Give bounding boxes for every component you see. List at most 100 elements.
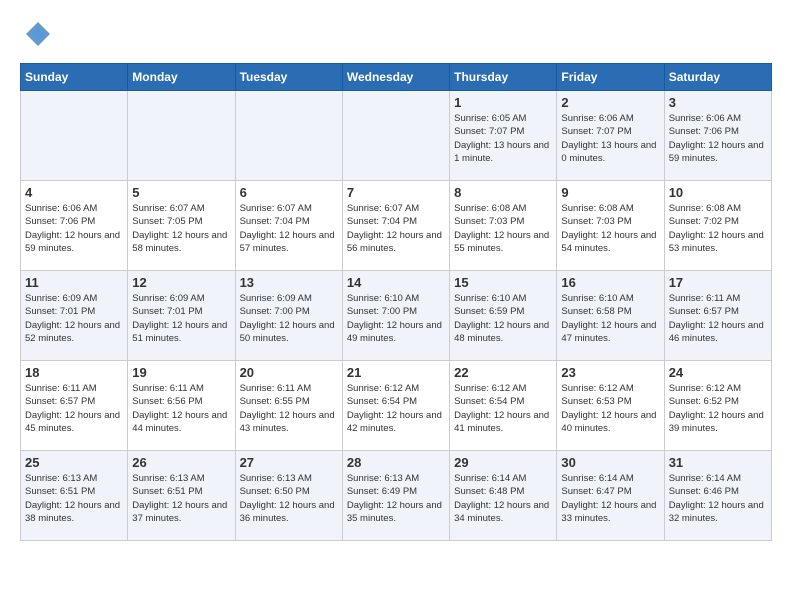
calendar-cell: 13 Sunrise: 6:09 AM Sunset: 7:00 PM Dayli… bbox=[235, 271, 342, 361]
day-number: 2 bbox=[561, 95, 659, 110]
calendar-cell: 19 Sunrise: 6:11 AM Sunset: 6:56 PM Dayli… bbox=[128, 361, 235, 451]
weekday-header-friday: Friday bbox=[557, 64, 664, 91]
day-info: Sunrise: 6:14 AM Sunset: 6:47 PM Dayligh… bbox=[561, 472, 659, 525]
calendar-cell: 2 Sunrise: 6:06 AM Sunset: 7:07 PM Daylig… bbox=[557, 91, 664, 181]
calendar-cell: 18Sunrise: 6:11 AM Sunset: 6:57 PM Dayli… bbox=[21, 361, 128, 451]
day-number: 11 bbox=[25, 275, 123, 290]
calendar-cell: 1 Sunrise: 6:05 AM Sunset: 7:07 PM Daylig… bbox=[450, 91, 557, 181]
weekday-header-saturday: Saturday bbox=[664, 64, 771, 91]
day-info: Sunrise: 6:06 AM Sunset: 7:06 PM Dayligh… bbox=[669, 112, 767, 165]
calendar-week-4: 18Sunrise: 6:11 AM Sunset: 6:57 PM Dayli… bbox=[21, 361, 772, 451]
day-number: 22 bbox=[454, 365, 552, 380]
calendar-cell: 7 Sunrise: 6:07 AM Sunset: 7:04 PM Daylig… bbox=[342, 181, 449, 271]
calendar-cell: 12 Sunrise: 6:09 AM Sunset: 7:01 PM Dayli… bbox=[128, 271, 235, 361]
logo-icon bbox=[24, 20, 52, 53]
day-number: 19 bbox=[132, 365, 230, 380]
day-info: Sunrise: 6:09 AM Sunset: 7:00 PM Dayligh… bbox=[240, 292, 338, 345]
day-info: Sunrise: 6:10 AM Sunset: 6:58 PM Dayligh… bbox=[561, 292, 659, 345]
day-info: Sunrise: 6:11 AM Sunset: 6:57 PM Dayligh… bbox=[669, 292, 767, 345]
day-info: Sunrise: 6:12 AM Sunset: 6:54 PM Dayligh… bbox=[347, 382, 445, 435]
day-number: 5 bbox=[132, 185, 230, 200]
calendar-cell: 26 Sunrise: 6:13 AM Sunset: 6:51 PM Dayli… bbox=[128, 451, 235, 541]
calendar-table: SundayMondayTuesdayWednesdayThursdayFrid… bbox=[20, 63, 772, 541]
day-info: Sunrise: 6:06 AM Sunset: 7:07 PM Dayligh… bbox=[561, 112, 659, 165]
calendar-cell: 21 Sunrise: 6:12 AM Sunset: 6:54 PM Dayli… bbox=[342, 361, 449, 451]
day-info: Sunrise: 6:10 AM Sunset: 7:00 PM Dayligh… bbox=[347, 292, 445, 345]
day-number: 26 bbox=[132, 455, 230, 470]
calendar-cell: 29 Sunrise: 6:14 AM Sunset: 6:48 PM Dayli… bbox=[450, 451, 557, 541]
day-number: 28 bbox=[347, 455, 445, 470]
weekday-header-sunday: Sunday bbox=[21, 64, 128, 91]
day-info: Sunrise: 6:07 AM Sunset: 7:04 PM Dayligh… bbox=[240, 202, 338, 255]
day-info: Sunrise: 6:13 AM Sunset: 6:49 PM Dayligh… bbox=[347, 472, 445, 525]
day-number: 20 bbox=[240, 365, 338, 380]
day-info: Sunrise: 6:05 AM Sunset: 7:07 PM Dayligh… bbox=[454, 112, 552, 165]
calendar-cell: 20 Sunrise: 6:11 AM Sunset: 6:55 PM Dayli… bbox=[235, 361, 342, 451]
day-number: 21 bbox=[347, 365, 445, 380]
weekday-header-row: SundayMondayTuesdayWednesdayThursdayFrid… bbox=[21, 64, 772, 91]
day-info: Sunrise: 6:06 AM Sunset: 7:06 PM Dayligh… bbox=[25, 202, 123, 255]
day-info: Sunrise: 6:12 AM Sunset: 6:52 PM Dayligh… bbox=[669, 382, 767, 435]
day-number: 31 bbox=[669, 455, 767, 470]
day-number: 15 bbox=[454, 275, 552, 290]
day-number: 7 bbox=[347, 185, 445, 200]
day-info: Sunrise: 6:10 AM Sunset: 6:59 PM Dayligh… bbox=[454, 292, 552, 345]
calendar-cell: 9 Sunrise: 6:08 AM Sunset: 7:03 PM Daylig… bbox=[557, 181, 664, 271]
calendar-cell: 15 Sunrise: 6:10 AM Sunset: 6:59 PM Dayli… bbox=[450, 271, 557, 361]
weekday-header-monday: Monday bbox=[128, 64, 235, 91]
day-info: Sunrise: 6:11 AM Sunset: 6:55 PM Dayligh… bbox=[240, 382, 338, 435]
day-number: 13 bbox=[240, 275, 338, 290]
calendar-cell: 23 Sunrise: 6:12 AM Sunset: 6:53 PM Dayli… bbox=[557, 361, 664, 451]
weekday-header-wednesday: Wednesday bbox=[342, 64, 449, 91]
calendar-cell: 30 Sunrise: 6:14 AM Sunset: 6:47 PM Dayli… bbox=[557, 451, 664, 541]
page-header bbox=[20, 20, 772, 53]
day-number: 12 bbox=[132, 275, 230, 290]
day-info: Sunrise: 6:07 AM Sunset: 7:04 PM Dayligh… bbox=[347, 202, 445, 255]
day-number: 6 bbox=[240, 185, 338, 200]
day-number: 3 bbox=[669, 95, 767, 110]
day-number: 1 bbox=[454, 95, 552, 110]
day-info: Sunrise: 6:08 AM Sunset: 7:03 PM Dayligh… bbox=[561, 202, 659, 255]
day-info: Sunrise: 6:09 AM Sunset: 7:01 PM Dayligh… bbox=[25, 292, 123, 345]
day-number: 23 bbox=[561, 365, 659, 380]
calendar-week-3: 11 Sunrise: 6:09 AM Sunset: 7:01 PM Dayli… bbox=[21, 271, 772, 361]
day-info: Sunrise: 6:13 AM Sunset: 6:51 PM Dayligh… bbox=[25, 472, 123, 525]
calendar-week-5: 25 Sunrise: 6:13 AM Sunset: 6:51 PM Dayli… bbox=[21, 451, 772, 541]
day-number: 17 bbox=[669, 275, 767, 290]
day-number: 9 bbox=[561, 185, 659, 200]
calendar-cell: 6 Sunrise: 6:07 AM Sunset: 7:04 PM Daylig… bbox=[235, 181, 342, 271]
calendar-cell bbox=[128, 91, 235, 181]
logo bbox=[20, 20, 52, 53]
calendar-cell: 27Sunrise: 6:13 AM Sunset: 6:50 PM Dayli… bbox=[235, 451, 342, 541]
day-info: Sunrise: 6:14 AM Sunset: 6:46 PM Dayligh… bbox=[669, 472, 767, 525]
calendar-cell: 8Sunrise: 6:08 AM Sunset: 7:03 PM Daylig… bbox=[450, 181, 557, 271]
day-info: Sunrise: 6:14 AM Sunset: 6:48 PM Dayligh… bbox=[454, 472, 552, 525]
day-number: 30 bbox=[561, 455, 659, 470]
calendar-cell: 28 Sunrise: 6:13 AM Sunset: 6:49 PM Dayli… bbox=[342, 451, 449, 541]
day-info: Sunrise: 6:09 AM Sunset: 7:01 PM Dayligh… bbox=[132, 292, 230, 345]
day-number: 4 bbox=[25, 185, 123, 200]
day-number: 16 bbox=[561, 275, 659, 290]
day-info: Sunrise: 6:12 AM Sunset: 6:53 PM Dayligh… bbox=[561, 382, 659, 435]
day-info: Sunrise: 6:11 AM Sunset: 6:57 PM Dayligh… bbox=[25, 382, 123, 435]
day-number: 29 bbox=[454, 455, 552, 470]
day-info: Sunrise: 6:13 AM Sunset: 6:51 PM Dayligh… bbox=[132, 472, 230, 525]
day-info: Sunrise: 6:12 AM Sunset: 6:54 PM Dayligh… bbox=[454, 382, 552, 435]
weekday-header-tuesday: Tuesday bbox=[235, 64, 342, 91]
day-number: 8 bbox=[454, 185, 552, 200]
day-info: Sunrise: 6:13 AM Sunset: 6:50 PM Dayligh… bbox=[240, 472, 338, 525]
calendar-cell: 11 Sunrise: 6:09 AM Sunset: 7:01 PM Dayli… bbox=[21, 271, 128, 361]
calendar-cell: 16 Sunrise: 6:10 AM Sunset: 6:58 PM Dayli… bbox=[557, 271, 664, 361]
calendar-cell bbox=[342, 91, 449, 181]
calendar-cell bbox=[235, 91, 342, 181]
calendar-cell: 31 Sunrise: 6:14 AM Sunset: 6:46 PM Dayli… bbox=[664, 451, 771, 541]
day-number: 14 bbox=[347, 275, 445, 290]
calendar-cell: 24Sunrise: 6:12 AM Sunset: 6:52 PM Dayli… bbox=[664, 361, 771, 451]
calendar-cell: 3 Sunrise: 6:06 AM Sunset: 7:06 PM Daylig… bbox=[664, 91, 771, 181]
calendar-cell: 17 Sunrise: 6:11 AM Sunset: 6:57 PM Dayli… bbox=[664, 271, 771, 361]
calendar-cell: 10Sunrise: 6:08 AM Sunset: 7:02 PM Dayli… bbox=[664, 181, 771, 271]
day-number: 25 bbox=[25, 455, 123, 470]
day-info: Sunrise: 6:08 AM Sunset: 7:02 PM Dayligh… bbox=[669, 202, 767, 255]
day-info: Sunrise: 6:07 AM Sunset: 7:05 PM Dayligh… bbox=[132, 202, 230, 255]
day-info: Sunrise: 6:11 AM Sunset: 6:56 PM Dayligh… bbox=[132, 382, 230, 435]
